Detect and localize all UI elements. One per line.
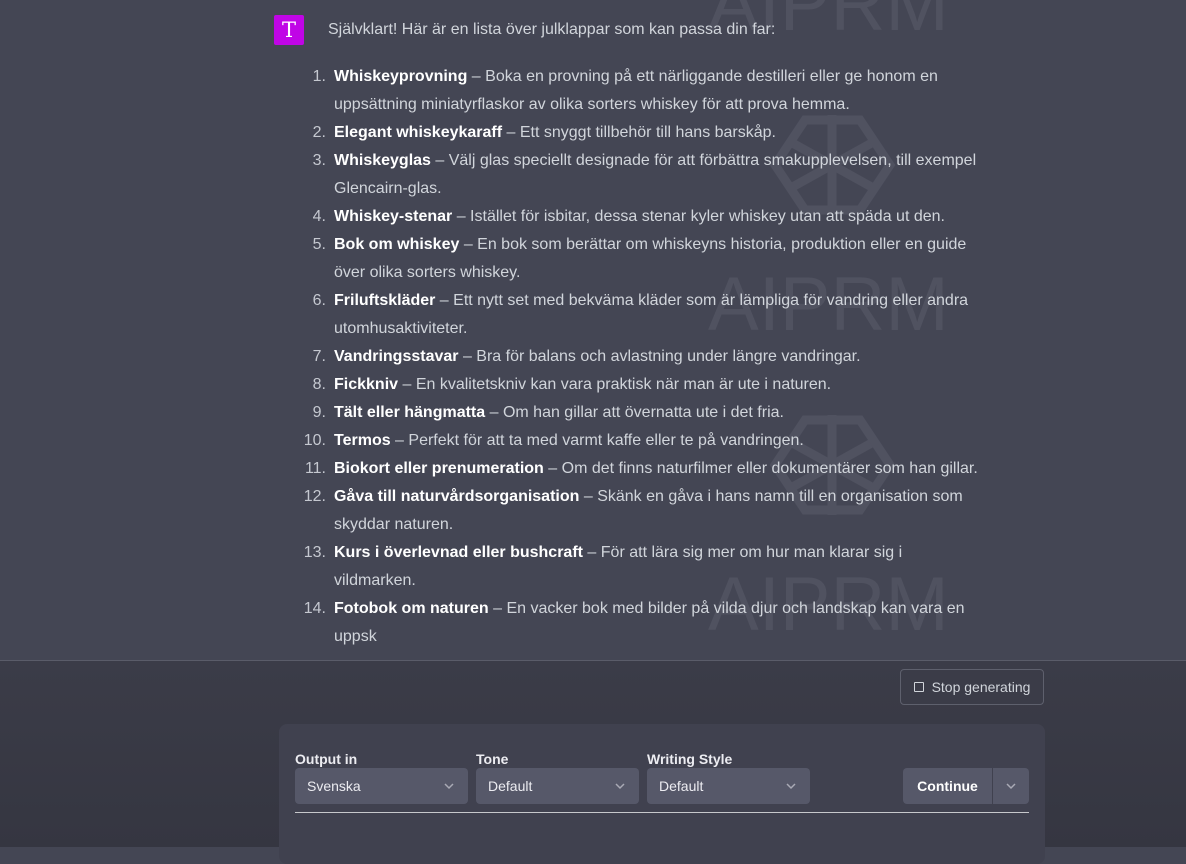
- list-item: 9. Tält eller hängmatta – Om han gillar a…: [300, 399, 980, 427]
- tone-select[interactable]: Default: [476, 768, 639, 804]
- item-description: – Om han gillar att övernatta ute i det …: [485, 404, 784, 421]
- list-number: 6.: [312, 292, 326, 309]
- item-description: – Bra för balans och avlastning under lä…: [458, 348, 861, 365]
- list-number: 8.: [312, 376, 326, 393]
- item-description: – Välj glas speciellt designade för att …: [334, 152, 977, 197]
- list-item: 4. Whiskey-stenar – Istället för isbitar,…: [300, 203, 980, 231]
- stop-generating-button[interactable]: Stop generating: [900, 669, 1044, 705]
- item-title: Termos: [334, 432, 391, 449]
- tone-value: Default: [488, 778, 533, 794]
- chevron-down-icon: [786, 783, 796, 790]
- stop-square-icon: [913, 682, 924, 692]
- writing-style-select[interactable]: Default: [647, 768, 810, 804]
- list-item: 1. Whiskeyprovning – Boka en provning på …: [300, 63, 980, 119]
- continue-options-button[interactable]: [993, 768, 1029, 804]
- panel-divider: [295, 812, 1029, 813]
- gift-list: 1. Whiskeyprovning – Boka en provning på …: [300, 63, 980, 651]
- chevron-down-icon: [444, 783, 454, 790]
- list-item: 2. Elegant whiskeykaraff – Ett snyggt til…: [300, 119, 980, 147]
- item-title: Elegant whiskeykaraff: [334, 124, 503, 141]
- chevron-down-icon: [1006, 783, 1016, 790]
- output-language-select[interactable]: Svenska: [295, 768, 468, 804]
- item-description: – Perfekt för att ta med varmt kaffe ell…: [390, 432, 804, 449]
- list-number: 14.: [303, 600, 326, 617]
- list-item: 13. Kurs i överlevnad eller bushcraft – F…: [300, 539, 980, 595]
- item-description: – En kvalitetskniv kan vara praktisk när…: [398, 376, 832, 393]
- item-title: Biokort eller prenumeration: [334, 460, 544, 477]
- list-number: 3.: [312, 152, 326, 169]
- assistant-intro-text: Självklart! Här är en lista över julklap…: [328, 21, 776, 38]
- list-number: 9.: [312, 404, 326, 421]
- list-item: 10. Termos – Perfekt för att ta med varmt…: [300, 427, 980, 455]
- item-title: Gåva till naturvårdsorganisation: [334, 488, 580, 505]
- list-number: 13.: [303, 544, 326, 561]
- list-number: 5.: [312, 236, 326, 253]
- avatar-letter: T: [281, 18, 296, 42]
- output-language-label: Output in: [295, 751, 358, 767]
- item-title: Whiskeyglas: [334, 152, 431, 169]
- item-title: Bok om whiskey: [334, 236, 460, 253]
- item-title: Kurs i överlevnad eller bushcraft: [334, 544, 583, 561]
- stop-generating-label: Stop generating: [931, 679, 1031, 695]
- list-number: 4.: [312, 208, 326, 225]
- continue-button-group: Continue: [903, 768, 1029, 804]
- writing-style-value: Default: [659, 778, 704, 794]
- list-item: 6. Friluftskläder – Ett nytt set med bekv…: [300, 287, 980, 343]
- item-title: Fickkniv: [334, 376, 399, 393]
- item-title: Whiskey-stenar: [334, 208, 453, 225]
- continue-button[interactable]: Continue: [903, 768, 992, 804]
- item-title: Whiskeyprovning: [334, 68, 468, 85]
- item-title: Tält eller hängmatta: [334, 404, 486, 421]
- list-item: 12. Gåva till naturvårdsorganisation – Sk…: [300, 483, 980, 539]
- list-item: 3. Whiskeyglas – Välj glas speciellt desi…: [300, 147, 980, 203]
- output-language-value: Svenska: [307, 778, 361, 794]
- list-item: 7. Vandringsstavar – Bra för balans och a…: [300, 343, 980, 371]
- list-item: 8. Fickkniv – En kvalitetskniv kan vara p…: [300, 371, 980, 399]
- item-description: – Istället för isbitar, dessa stenar kyl…: [452, 208, 945, 225]
- list-number: 7.: [312, 348, 326, 365]
- item-title: Vandringsstavar: [334, 348, 459, 365]
- assistant-avatar: T: [274, 15, 304, 45]
- list-number: 12.: [303, 488, 326, 505]
- list-number: 11.: [304, 460, 326, 477]
- writing-style-label: Writing Style: [647, 751, 733, 767]
- item-title: Fotobok om naturen: [334, 600, 489, 617]
- tone-label: Tone: [476, 751, 509, 767]
- list-number: 10.: [303, 432, 326, 449]
- list-item: 14. Fotobok om naturen – En vacker bok me…: [300, 595, 980, 651]
- item-title: Friluftskläder: [334, 292, 436, 309]
- list-number: 1.: [312, 68, 326, 85]
- item-description: – Ett snyggt tillbehör till hans barskåp…: [502, 124, 776, 141]
- item-description: – Om det finns naturfilmer eller dokumen…: [543, 460, 978, 477]
- list-number: 2.: [312, 124, 326, 141]
- chevron-down-icon: [615, 783, 625, 790]
- list-item: 5. Bok om whiskey – En bok som berättar o…: [300, 231, 980, 287]
- list-item: 11. Biokort eller prenumeration – Om det …: [300, 455, 980, 483]
